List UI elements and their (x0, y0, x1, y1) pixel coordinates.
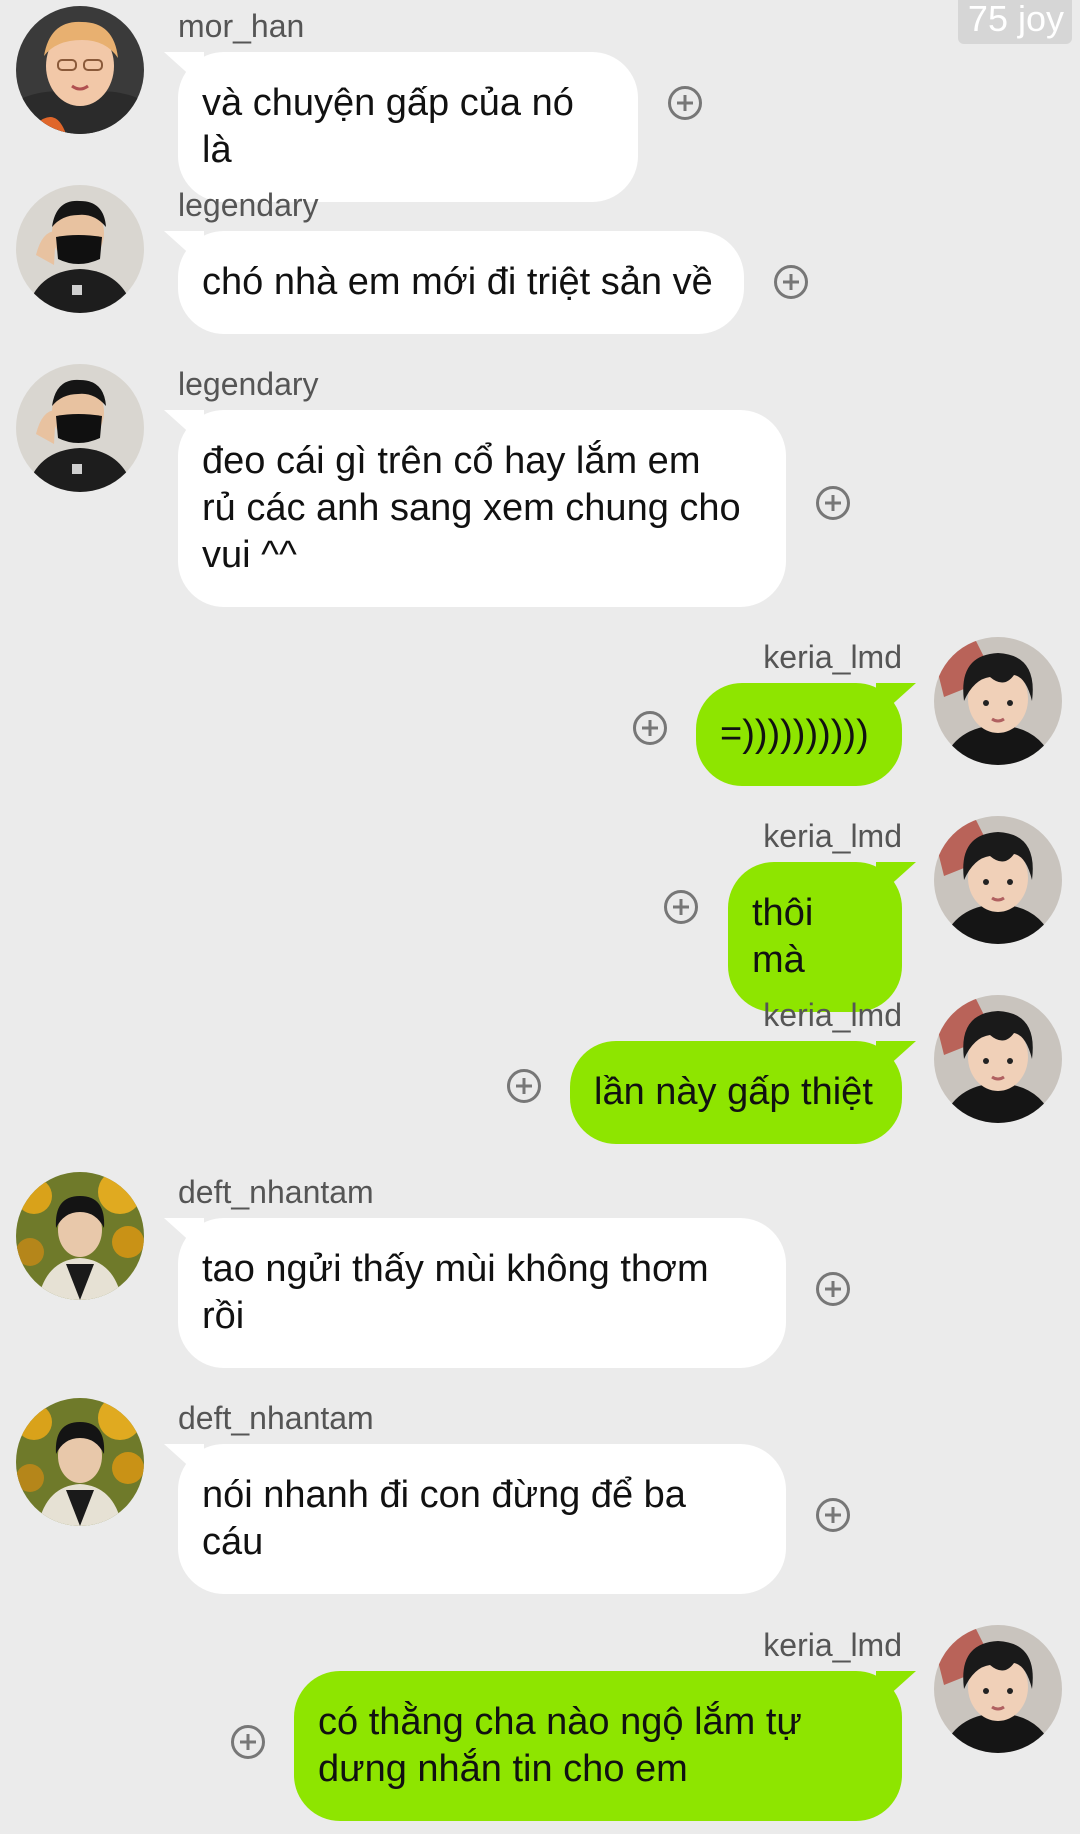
watermark: 75 joy (957, 0, 1072, 44)
avatar[interactable] (16, 1172, 144, 1300)
avatar[interactable] (16, 364, 144, 492)
avatar[interactable] (934, 995, 1062, 1123)
message-bubble[interactable]: thôi mà (728, 862, 902, 1012)
username: mor_han (178, 8, 305, 44)
message-bubble[interactable]: =)))))))))) (696, 683, 902, 786)
message-bubble[interactable]: lần này gấp thiệt (570, 1041, 902, 1144)
avatar[interactable] (16, 6, 144, 134)
add-reaction-icon[interactable] (507, 1069, 541, 1103)
message-bubble[interactable]: tao ngửi thấy mùi không thơm rồi (178, 1218, 786, 1368)
avatar[interactable] (934, 637, 1062, 765)
add-reaction-icon[interactable] (816, 486, 850, 520)
avatar[interactable] (16, 185, 144, 313)
username: keria_lmd (763, 639, 902, 675)
avatar[interactable] (934, 816, 1062, 944)
message-bubble[interactable]: nói nhanh đi con đừng để ba cáu (178, 1444, 786, 1594)
message-bubble[interactable]: và chuyện gấp của nó là (178, 52, 638, 202)
add-reaction-icon[interactable] (774, 265, 808, 299)
username: legendary (178, 366, 319, 402)
username: keria_lmd (763, 997, 902, 1033)
username: keria_lmd (763, 1627, 902, 1663)
username: legendary (178, 187, 319, 223)
add-reaction-icon[interactable] (664, 890, 698, 924)
avatar[interactable] (934, 1625, 1062, 1753)
message-bubble[interactable]: chó nhà em mới đi triệt sản về (178, 231, 744, 334)
username: deft_nhantam (178, 1174, 374, 1210)
add-reaction-icon[interactable] (668, 86, 702, 120)
message-bubble[interactable]: có thằng cha nào ngộ lắm tự dưng nhắn ti… (294, 1671, 902, 1821)
add-reaction-icon[interactable] (816, 1272, 850, 1306)
username: keria_lmd (763, 818, 902, 854)
avatar[interactable] (16, 1398, 144, 1526)
username: deft_nhantam (178, 1400, 374, 1436)
message-bubble[interactable]: đeo cái gì trên cổ hay lắm em rủ các anh… (178, 410, 786, 607)
add-reaction-icon[interactable] (231, 1725, 265, 1759)
add-reaction-icon[interactable] (633, 711, 667, 745)
add-reaction-icon[interactable] (816, 1498, 850, 1532)
